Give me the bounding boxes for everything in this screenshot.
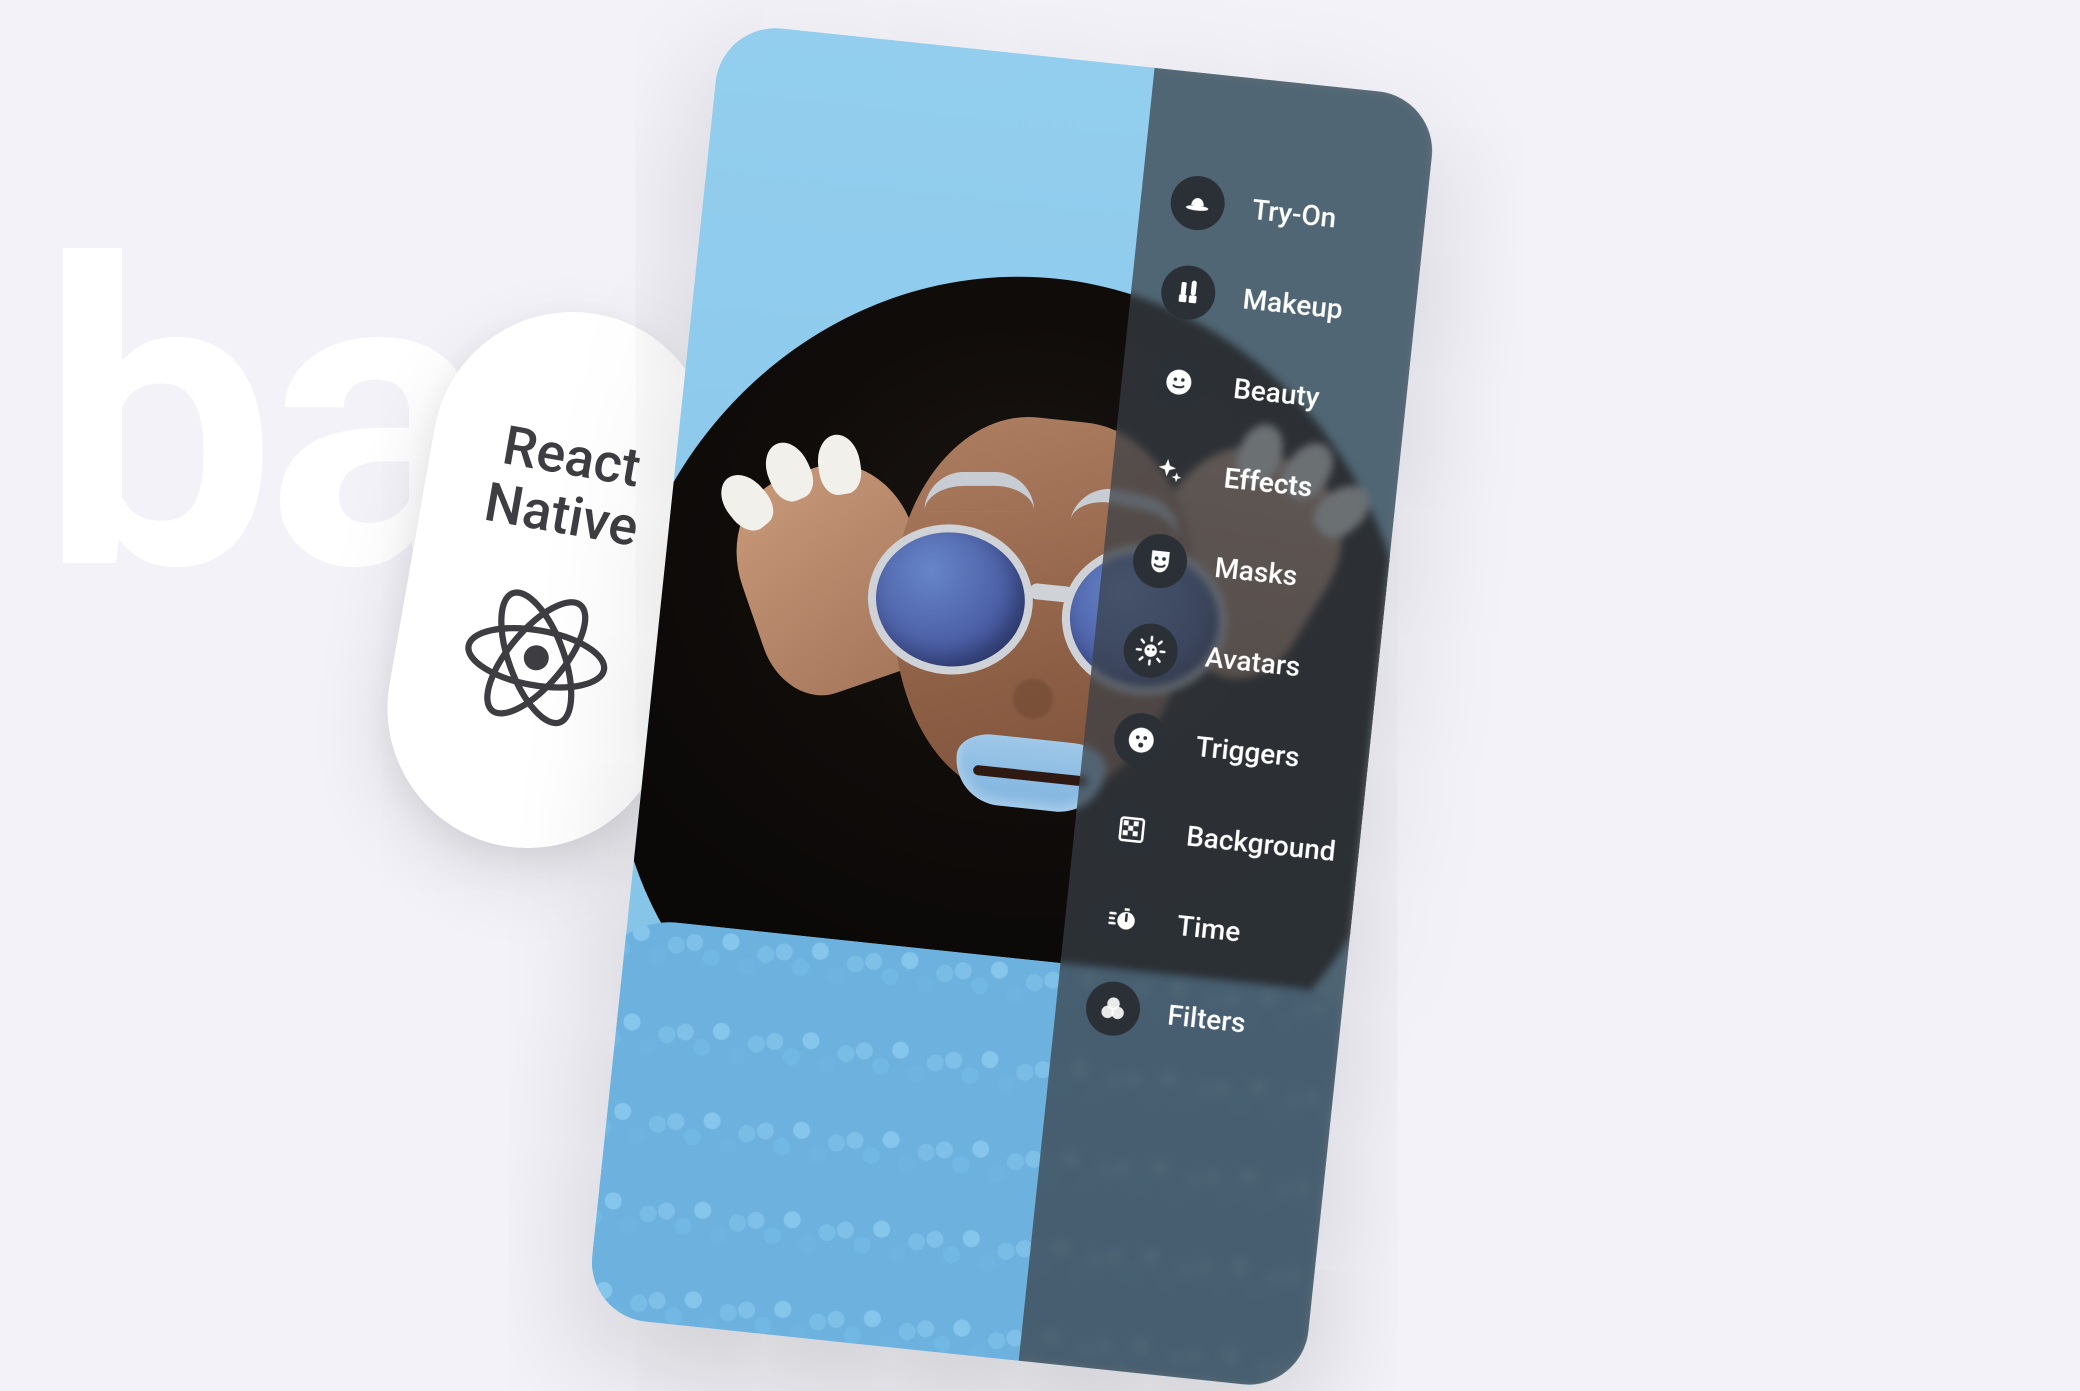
- menu-item-avatars[interactable]: Avatars: [1090, 611, 1381, 708]
- phone-mockup: Try-On Makeup Beauty Effects Masks: [586, 22, 1438, 1390]
- menu-item-background[interactable]: Background: [1072, 790, 1363, 887]
- hat-icon: [1168, 173, 1227, 232]
- beauty-face-icon: [1149, 352, 1208, 411]
- overlap-circles-icon: [1083, 979, 1142, 1038]
- menu-label: Background: [1185, 819, 1338, 867]
- stopwatch-icon: [1093, 889, 1152, 948]
- sparkle-icon: [1140, 442, 1199, 501]
- menu-item-filters[interactable]: Filters: [1053, 969, 1344, 1066]
- react-atom-icon: [449, 571, 623, 745]
- menu-label: Effects: [1222, 461, 1314, 503]
- theater-mask-icon: [1130, 531, 1189, 590]
- menu-label: Time: [1175, 908, 1242, 947]
- menu-label: Filters: [1166, 998, 1247, 1039]
- menu-item-time[interactable]: Time: [1062, 879, 1353, 976]
- surprised-face-icon: [1112, 710, 1171, 769]
- menu-label: Triggers: [1194, 729, 1301, 773]
- menu-item-masks[interactable]: Masks: [1100, 521, 1391, 618]
- menu-item-effects[interactable]: Effects: [1109, 432, 1400, 529]
- menu-label: Masks: [1213, 550, 1299, 591]
- menu-item-beauty[interactable]: Beauty: [1119, 342, 1410, 439]
- menu-item-try-on[interactable]: Try-On: [1137, 163, 1428, 260]
- menu-label: Makeup: [1241, 282, 1344, 325]
- menu-label: Avatars: [1204, 640, 1302, 683]
- menu-item-makeup[interactable]: Makeup: [1128, 253, 1419, 350]
- menu-label: Try-On: [1251, 192, 1338, 234]
- checker-icon: [1102, 800, 1161, 859]
- menu-item-triggers[interactable]: Triggers: [1081, 700, 1372, 797]
- avatar-sun-icon: [1121, 621, 1180, 680]
- react-native-label: React Native: [480, 415, 653, 559]
- menu-label: Beauty: [1232, 371, 1321, 413]
- makeup-icon: [1159, 263, 1218, 322]
